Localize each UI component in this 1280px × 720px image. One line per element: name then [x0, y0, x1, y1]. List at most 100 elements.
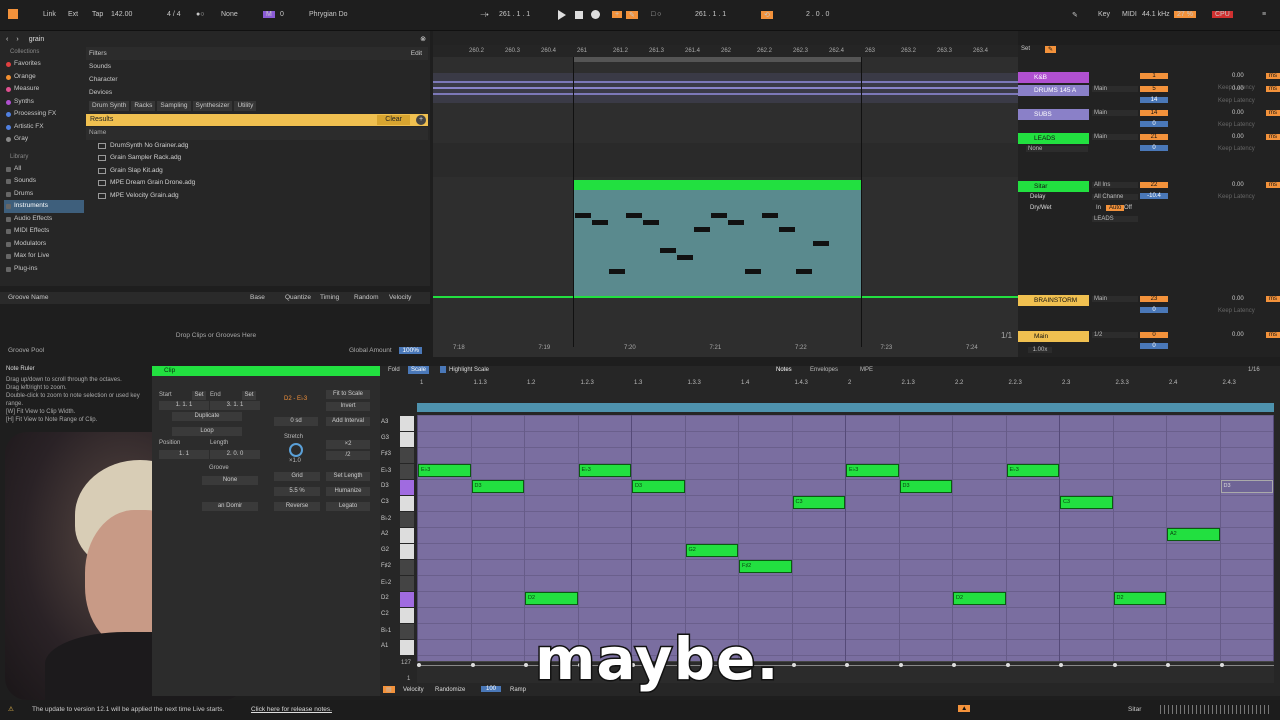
piano-key[interactable] [400, 576, 414, 591]
global-amount-value[interactable]: 100% [399, 347, 422, 354]
velocity-marker[interactable] [1112, 663, 1117, 667]
loop-button[interactable]: Loop [172, 427, 242, 436]
collection-item[interactable]: Processing FX [4, 108, 84, 121]
velocity-marker[interactable] [845, 663, 849, 667]
track-value[interactable]: 0 [1140, 145, 1168, 151]
double-button[interactable]: ×2 [326, 440, 370, 449]
devices-filter[interactable]: Devices [86, 86, 428, 99]
mixer-track-name[interactable]: Main [1018, 331, 1089, 342]
monitor-auto-button[interactable]: Auto [1106, 205, 1125, 211]
record-warning-icon[interactable]: ▲ [958, 705, 971, 712]
zoom-level[interactable]: 1.00x [1028, 347, 1052, 353]
piano-key[interactable] [400, 640, 414, 655]
ramp-button[interactable]: Ramp [510, 687, 526, 693]
library-item[interactable]: Sounds [4, 175, 84, 188]
mixer-track-name[interactable]: DRUMS 145 A [1018, 85, 1089, 96]
key-indicator-icon[interactable]: M [263, 11, 275, 18]
loop-brace[interactable] [573, 57, 861, 62]
follow-icon[interactable]: ⊣• [480, 11, 489, 19]
output-routing[interactable]: 1/2 [1092, 332, 1138, 338]
reverse-button[interactable]: Reverse [274, 502, 320, 511]
piano-key[interactable] [400, 448, 414, 463]
library-item[interactable]: Instruments [4, 200, 84, 213]
scale-name-select[interactable]: an Domir [202, 502, 258, 511]
library-item[interactable]: Drums [4, 188, 84, 201]
fit-to-scale-button[interactable]: Fit to Scale [326, 390, 370, 399]
highlight-scale-checkbox-icon[interactable] [440, 366, 446, 373]
track-volume[interactable]: 0.00 [1232, 296, 1244, 302]
midi-note[interactable]: F♯2 [739, 560, 792, 573]
piano-key[interactable] [400, 432, 414, 447]
search-bar[interactable]: ‹ › grain ⊗ [6, 33, 426, 45]
leads-input-select[interactable]: None [1026, 146, 1088, 152]
device-chip[interactable]: Sampling [157, 101, 191, 111]
midi-note[interactable]: D3 [471, 480, 524, 493]
piano-key[interactable] [400, 528, 414, 543]
midi-note[interactable]: E♭3 [418, 464, 471, 477]
monitor-off-button[interactable]: Off [1124, 205, 1132, 211]
velocity-label[interactable]: Velocity [403, 687, 424, 693]
automation-arm-icon[interactable]: ✎ [626, 11, 638, 19]
midi-note[interactable]: C3 [1060, 496, 1113, 509]
loop-bar[interactable] [417, 403, 1274, 412]
duplicate-button[interactable]: Duplicate [172, 412, 242, 421]
tab-notes[interactable]: Notes [776, 367, 792, 373]
release-notes-link[interactable]: Click here for release notes. [251, 706, 332, 713]
track-volume[interactable]: 0.00 [1232, 332, 1244, 338]
keep-latency-button[interactable]: Keep Latency [1218, 194, 1255, 200]
velocity-marker[interactable] [1219, 663, 1224, 667]
midi-note[interactable]: E♭3 [846, 464, 899, 477]
piano-key[interactable] [400, 480, 414, 495]
ext-button[interactable]: Ext [68, 11, 78, 18]
track-number[interactable]: 21 [1140, 134, 1168, 140]
link-button[interactable]: Link [43, 11, 56, 18]
clear-search-icon[interactable]: ⊗ [420, 35, 426, 43]
library-item[interactable]: MIDI Effects [4, 225, 84, 238]
grid-quantize[interactable]: 1/16 [1248, 367, 1260, 373]
output-routing[interactable]: Main [1092, 296, 1138, 302]
set-options-icon[interactable]: ✎ [1045, 46, 1057, 53]
stretch-knob-icon[interactable] [289, 443, 303, 457]
clip-ruler[interactable]: 1 1.1.3 1.2 1.2.3 1.3 1.3.3 1.4 1.4.3 2 2.1.3 2.2 2… [417, 379, 1274, 389]
library-item[interactable]: Plug-ins [4, 263, 84, 276]
piano-key[interactable] [400, 592, 414, 607]
groove-drop-zone[interactable]: Drop Clips or Grooves Here [0, 332, 432, 339]
mixer-track-name[interactable]: Sitar [1018, 181, 1089, 192]
forward-icon[interactable]: › [16, 36, 18, 43]
piano-key[interactable] [400, 512, 414, 527]
key-map-button[interactable]: Key [1098, 11, 1110, 18]
track-number[interactable]: 22 [1140, 182, 1168, 188]
track-number[interactable]: 23 [1140, 296, 1168, 302]
arrangement-view[interactable]: 1/1 260.2 260.3 260.4 261 261.2 261.3 261.4 262… [433, 31, 1018, 357]
collection-item[interactable]: Favorites [4, 58, 84, 71]
keep-latency-button[interactable]: Keep Latency [1218, 146, 1255, 152]
velocity-marker[interactable] [1166, 663, 1170, 667]
mixer-track-name[interactable]: K&B [1018, 72, 1089, 83]
filters-label[interactable]: Filters [89, 50, 107, 57]
midi-note[interactable]: D2 [1113, 592, 1166, 605]
sitar-clip-header[interactable] [573, 180, 861, 190]
midi-note[interactable]: E♭3 [578, 464, 631, 477]
velocity-marker[interactable] [898, 663, 903, 667]
library-item[interactable]: Max for Live [4, 250, 84, 263]
mixer-track-name[interactable]: SUBS [1018, 109, 1089, 120]
search-input[interactable]: grain [29, 36, 45, 43]
keep-latency-button[interactable]: Keep Latency [1218, 308, 1255, 314]
piano-key[interactable] [400, 496, 414, 511]
legato-button[interactable]: Legato [326, 502, 370, 511]
track-volume[interactable]: 0.00 [1232, 134, 1244, 140]
edit-filters-button[interactable]: Edit [411, 47, 422, 60]
collection-item[interactable]: Artistic FX [4, 121, 84, 134]
length-field[interactable]: 2. 0. 0 [210, 450, 260, 459]
midi-note[interactable]: A2 [1167, 528, 1220, 541]
randomize-button[interactable]: Randomize [435, 687, 465, 693]
collection-item[interactable]: Measure [4, 83, 84, 96]
track-value[interactable]: -10.4 [1140, 193, 1168, 199]
track-number[interactable]: 1 [1140, 73, 1168, 79]
output-routing[interactable]: All Ins [1092, 182, 1138, 188]
track-value[interactable]: 0 [1140, 121, 1168, 127]
mixer-track-name[interactable]: BRAINSTORM [1018, 295, 1089, 306]
result-item[interactable]: Grain Slap Kit.adg [86, 165, 428, 178]
tap-button[interactable]: Tap [92, 11, 103, 18]
piano-key[interactable] [400, 544, 414, 559]
